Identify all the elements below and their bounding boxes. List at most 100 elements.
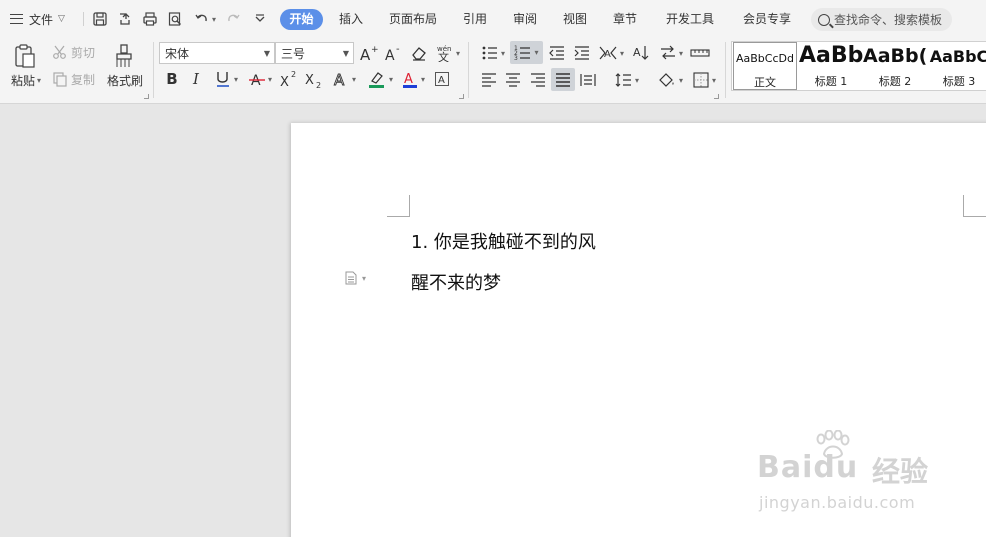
watermark-url: jingyan.baidu.com (759, 493, 916, 512)
tab-review[interactable]: 审阅 (506, 9, 544, 30)
chevron-down-icon: ▾ (388, 74, 393, 84)
sort-button[interactable]: A (631, 43, 651, 63)
style-heading-2-name: 标题 2 (878, 75, 912, 88)
font-name-select[interactable]: 宋体 ▼ (159, 42, 275, 64)
group-divider (153, 42, 154, 98)
highlight-color-button[interactable]: ▾ (364, 69, 396, 89)
subscript-icon: X2 (305, 73, 321, 88)
character-border-icon: A (435, 72, 449, 86)
svg-text:X: X (305, 73, 314, 88)
chevron-down-icon: ▾ (534, 48, 539, 57)
paragraph-layout-button[interactable]: ▾ (344, 271, 370, 285)
style-normal[interactable]: AaBbCcDd 正文 (733, 42, 797, 90)
bold-icon: B (166, 70, 178, 88)
cut-button[interactable]: 剪切 (52, 44, 95, 60)
font-dialog-launcher[interactable] (459, 94, 464, 99)
copy-label: 复制 (71, 72, 96, 87)
style-heading-3[interactable]: AaBbC 标题 3 (927, 42, 986, 90)
chevron-down-icon: ▼ (263, 49, 270, 58)
hamburger-icon (10, 14, 23, 24)
font-color-button[interactable]: A ▾ (398, 69, 428, 89)
tab-member-exclusive[interactable]: 会员专享 (736, 9, 798, 30)
chevron-down-icon: ▾ (211, 14, 216, 24)
print-button[interactable] (141, 10, 159, 28)
clear-formatting-button[interactable] (409, 43, 429, 63)
document-line-2[interactable]: 醒不来的梦 (411, 269, 501, 295)
character-border-button[interactable]: A (432, 69, 452, 89)
shrink-font-icon: A- (385, 44, 400, 62)
increase-indent-button[interactable] (572, 43, 592, 63)
text-direction-button[interactable]: ▾ (656, 43, 686, 63)
save-button[interactable] (91, 10, 109, 28)
distributed-align-icon (580, 74, 596, 86)
line-spacing-button[interactable]: ▾ (612, 70, 642, 90)
align-left-button[interactable] (479, 70, 499, 90)
align-center-button[interactable] (503, 70, 523, 90)
grow-font-button[interactable]: A + (359, 43, 379, 63)
export-button[interactable] (116, 10, 134, 28)
chevron-down-icon (255, 14, 265, 22)
font-size-value: 三号 (281, 46, 306, 61)
chinese-layout-button[interactable]: A ▾ (596, 43, 626, 63)
paste-dropdown[interactable]: 粘贴 ▾ (7, 72, 45, 88)
tab-view[interactable]: 视图 (556, 9, 594, 30)
justify-button[interactable] (551, 68, 575, 91)
chevron-down-icon: ▾ (455, 48, 460, 58)
tab-page-layout[interactable]: 页面布局 (382, 9, 444, 30)
underline-button[interactable]: ▾ (210, 69, 242, 89)
shading-button[interactable]: ▾ (654, 70, 686, 90)
svg-text:A: A (385, 48, 395, 62)
style-heading-1-name: 标题 1 (814, 75, 848, 88)
redo-button[interactable] (224, 10, 242, 28)
chevron-down-icon: ▾ (634, 75, 639, 85)
decrease-indent-button[interactable] (547, 43, 567, 63)
printer-icon (143, 12, 157, 26)
format-painter-button[interactable] (112, 42, 136, 70)
paste-button[interactable] (10, 42, 40, 70)
align-right-button[interactable] (528, 70, 548, 90)
superscript-icon: X2 (280, 70, 296, 88)
bullets-button[interactable]: ▾ (479, 43, 507, 63)
italic-button[interactable]: I (186, 69, 206, 89)
copy-button[interactable]: 复制 (52, 71, 95, 87)
undo-button[interactable]: ▾ (192, 10, 218, 28)
format-painter-icon (116, 44, 132, 67)
style-heading-2[interactable]: AaBb( 标题 2 (863, 42, 927, 90)
paragraph-dialog-launcher[interactable] (714, 94, 719, 99)
crop-mark-top-right (963, 195, 986, 217)
print-preview-button[interactable] (166, 10, 184, 28)
text-direction-icon (660, 45, 675, 60)
borders-button[interactable]: ▾ (689, 70, 719, 90)
show-hide-marks-button[interactable] (689, 43, 711, 63)
file-menu-button[interactable]: 文件 ▽ (10, 9, 65, 29)
superscript-button[interactable]: X2 (278, 69, 300, 89)
borders-icon (693, 72, 709, 88)
phonetic-guide-icon: wén文 (437, 45, 451, 62)
phonetic-guide-button[interactable]: wén 文 ▾ (433, 43, 463, 63)
tab-home[interactable]: 开始 (280, 9, 323, 30)
document-line-1[interactable]: 1. 你是我触碰不到的风 (411, 228, 596, 254)
shrink-font-button[interactable]: A- (384, 43, 404, 63)
svg-text:A: A (334, 71, 345, 88)
toolbar-divider (83, 12, 84, 26)
text-effects-button[interactable]: A ▾ (329, 69, 359, 89)
bold-button[interactable]: B (162, 69, 182, 89)
command-search-box[interactable]: 查找命令、搜索模板 (811, 8, 952, 31)
tab-references[interactable]: 引用 (456, 9, 494, 30)
format-painter-label-wrap[interactable]: 格式刷 (106, 72, 144, 88)
strikethrough-button[interactable]: A ▾ (245, 69, 275, 89)
style-heading-1-sample: AaBb (799, 43, 863, 68)
font-size-select[interactable]: 三号 ▼ (275, 42, 354, 64)
style-heading-1[interactable]: AaBb 标题 1 (799, 42, 863, 90)
clipboard-dialog-launcher[interactable] (144, 94, 149, 99)
numbering-button[interactable]: 123 ▾ (510, 41, 543, 64)
distributed-button[interactable] (578, 70, 598, 90)
style-heading-2-sample: AaBb( (863, 45, 927, 67)
tab-developer-tools[interactable]: 开发工具 (659, 9, 721, 30)
tab-sections[interactable]: 章节 (606, 9, 644, 30)
chevron-down-icon: ▾ (678, 48, 683, 58)
customize-toolbar-button[interactable] (251, 10, 269, 28)
crop-mark-top-left (387, 195, 410, 217)
subscript-button[interactable]: X2 (303, 69, 325, 89)
tab-insert[interactable]: 插入 (332, 9, 370, 30)
